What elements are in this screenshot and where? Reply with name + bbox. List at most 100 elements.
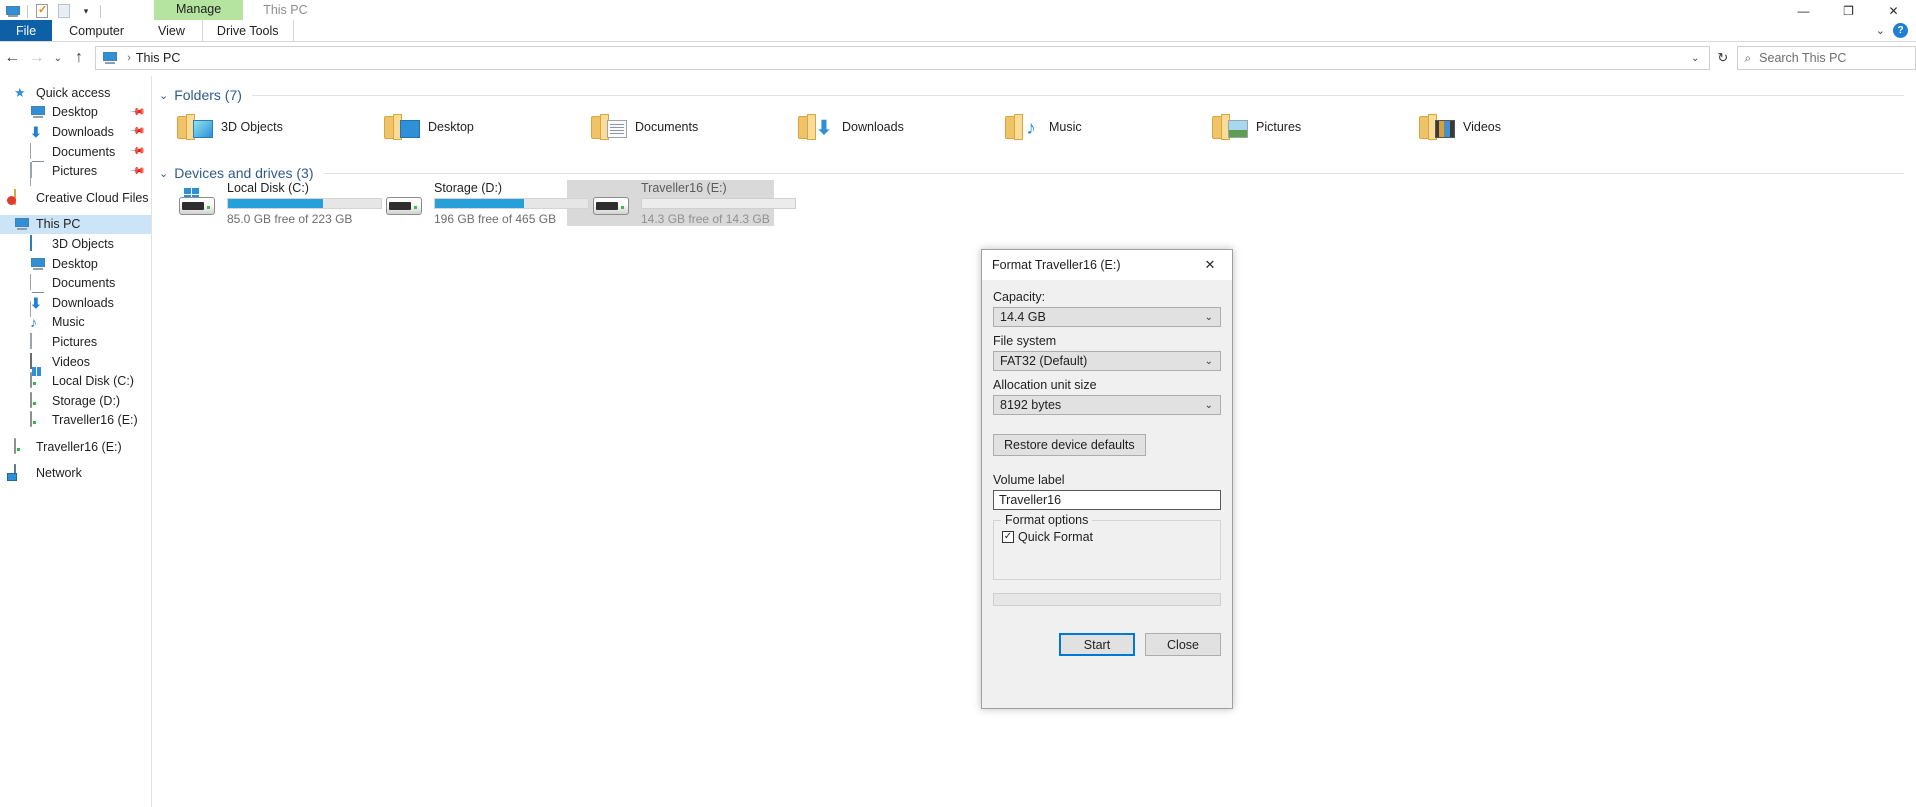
windows-drive-icon [30,372,46,389]
tab-computer[interactable]: Computer [52,20,141,41]
address-bar-right: ⌄ [1685,53,1705,64]
customize-chevron-icon[interactable]: ▾ [75,0,97,22]
sidebar-item-documents-qa[interactable]: Documents 📌 [0,142,151,186]
devices-group-title: Devices and drives (3) [174,165,314,181]
new-folder-icon[interactable] [53,0,75,22]
drive-item-traveller16-e[interactable]: Traveller16 (E:) 14.3 GB free of 14.3 GB [567,180,796,226]
capacity-dropdown[interactable]: 14.4 GB ⌄ [993,307,1221,327]
search-input[interactable]: Search This PC [1759,51,1846,65]
quick-format-checkbox[interactable]: ✓ [1002,531,1014,543]
dialog-button-row: Start Close [993,633,1221,656]
tab-view[interactable]: View [141,20,202,41]
folder-item-3d-objects[interactable]: 3D Objects [153,104,360,150]
drive-name: Local Disk (C:) [227,180,309,195]
sidebar-label: Downloads [52,124,114,139]
forward-button[interactable]: → [24,43,48,73]
sidebar-label: 3D Objects [52,236,114,251]
volume-label-label: Volume label [993,473,1065,487]
chevron-down-icon[interactable]: ⌄ [159,167,168,180]
refresh-button[interactable]: ↻ [1712,46,1733,70]
sidebar-item-local-disk-c[interactable]: Local Disk (C:) [0,371,151,391]
folders-group-header[interactable]: ⌄ Folders (7) [153,76,1916,104]
format-dialog[interactable]: Format Traveller16 (E:) ✕ Capacity: 14.4… [981,249,1233,709]
devices-group-header[interactable]: ⌄ Devices and drives (3) [153,150,1916,181]
sidebar-item-quick-access[interactable]: ★ Quick access [0,83,151,103]
drive-icon [30,411,46,428]
volume-label-input[interactable]: Traveller16 [993,490,1221,510]
chevron-down-icon: ⌄ [1204,355,1213,367]
help-icon[interactable]: ? [1893,23,1908,38]
sidebar-item-network[interactable]: Network [0,464,151,484]
cube-icon [30,234,46,252]
folders-tile-list: 3D Objects Desktop Documents ⬇ Downloads [153,104,1916,150]
sidebar-label: Music [52,315,85,330]
sidebar-label: Storage (D:) [52,393,121,408]
sidebar-item-this-pc[interactable]: This PC [0,214,151,235]
maximize-button[interactable]: ❐ [1826,0,1871,22]
file-system-dropdown[interactable]: FAT32 (Default) ⌄ [993,351,1221,371]
drive-usage-text: 14.3 GB free of 14.3 GB [641,211,770,226]
tab-drive-tools[interactable]: Drive Tools [201,20,294,41]
windows-drive-icon [175,188,219,218]
sidebar-item-traveller16-e-child[interactable]: Traveller16 (E:) [0,411,151,431]
breadcrumb-path[interactable]: This PC [136,51,180,65]
sidebar-label: Traveller16 (E:) [36,439,122,454]
sidebar-item-downloads-qa[interactable]: ⬇ Downloads 📌 [0,122,151,142]
folder-item-pictures[interactable]: Pictures [1188,104,1395,150]
chevron-down-glyph: ▾ [83,5,89,16]
drive-item-local-disk-c[interactable]: Local Disk (C:) 85.0 GB free of 223 GB [153,180,382,226]
sidebar-item-pictures[interactable]: Pictures [0,332,151,352]
address-history-chevron-icon[interactable]: ⌄ [1685,53,1705,64]
close-dialog-button[interactable]: Close [1145,633,1221,656]
sidebar-item-traveller16-e[interactable]: Traveller16 (E:) [0,437,151,457]
drive-item-storage-d[interactable]: Storage (D:) 196 GB free of 465 GB [360,180,589,226]
start-button[interactable]: Start [1059,633,1135,656]
properties-icon[interactable] [31,0,53,22]
folder-item-music[interactable]: ♪ Music [981,104,1188,150]
sidebar-item-videos[interactable]: Videos [0,352,151,372]
close-button[interactable]: ✕ [1871,0,1916,22]
format-options-group: Format options ✓ Quick Format [993,513,1221,580]
up-button[interactable]: ↑ [67,43,91,73]
ribbon-collapse-chevron-icon[interactable]: ⌄ [1876,24,1885,37]
folder-label: Pictures [1256,120,1302,134]
ribbon-tab-row: File Computer View Drive Tools ⌄ ? [0,20,1916,41]
pin-icon[interactable]: 📌 [128,143,145,160]
minimize-button[interactable]: — [1781,0,1826,22]
quick-format-row[interactable]: ✓ Quick Format [1002,530,1212,544]
sidebar-item-pictures-qa[interactable]: Pictures 📌 [0,161,151,181]
back-button[interactable]: ← [0,43,24,73]
sidebar-item-music[interactable]: ♪ Music [0,313,151,333]
ribbon-right-controls: ⌄ ? [1876,20,1916,41]
sidebar-item-documents[interactable]: Documents [0,273,151,318]
pin-icon[interactable]: 📌 [128,163,145,180]
dialog-close-icon[interactable]: ✕ [1188,250,1232,280]
sidebar-item-creative-cloud-files[interactable]: Creative Cloud Files [0,188,151,208]
restore-device-defaults-button[interactable]: Restore device defaults [993,434,1146,456]
navigation-pane[interactable]: ★ Quick access Desktop 📌 ⬇ Downloads 📌 D… [0,76,152,807]
folder-documents-icon [591,113,627,141]
folder-item-desktop[interactable]: Desktop [360,104,567,150]
search-box[interactable]: ⌕ Search This PC [1737,46,1916,70]
sidebar-item-3d-objects[interactable]: 3D Objects [0,234,151,254]
chevron-down-icon[interactable]: ⌄ [159,89,168,102]
this-pc-icon[interactable] [2,0,24,22]
pin-icon[interactable]: 📌 [128,124,145,141]
folder-item-downloads[interactable]: ⬇ Downloads [774,104,981,150]
network-icon [14,464,30,481]
sidebar-item-storage-d[interactable]: Storage (D:) [0,391,151,411]
dialog-title-bar[interactable]: Format Traveller16 (E:) ✕ [982,250,1232,280]
drive-usage-text: 196 GB free of 465 GB [434,211,557,226]
allocation-unit-dropdown[interactable]: 8192 bytes ⌄ [993,395,1221,415]
sidebar-label: Videos [52,354,90,369]
pin-icon[interactable]: 📌 [128,104,145,121]
folder-item-videos[interactable]: Videos [1395,104,1602,150]
sidebar-item-desktop-qa[interactable]: Desktop 📌 [0,103,151,123]
folder-item-documents[interactable]: Documents [567,104,774,150]
address-bar[interactable]: › This PC ⌄ [95,46,1711,70]
sidebar-item-downloads[interactable]: ⬇ Downloads [0,293,151,313]
recent-locations-chevron-icon[interactable]: ⌄ [49,43,67,73]
sidebar-item-desktop[interactable]: Desktop [0,254,151,274]
tab-file[interactable]: File [0,20,53,41]
drive-usage-bar [434,197,589,209]
